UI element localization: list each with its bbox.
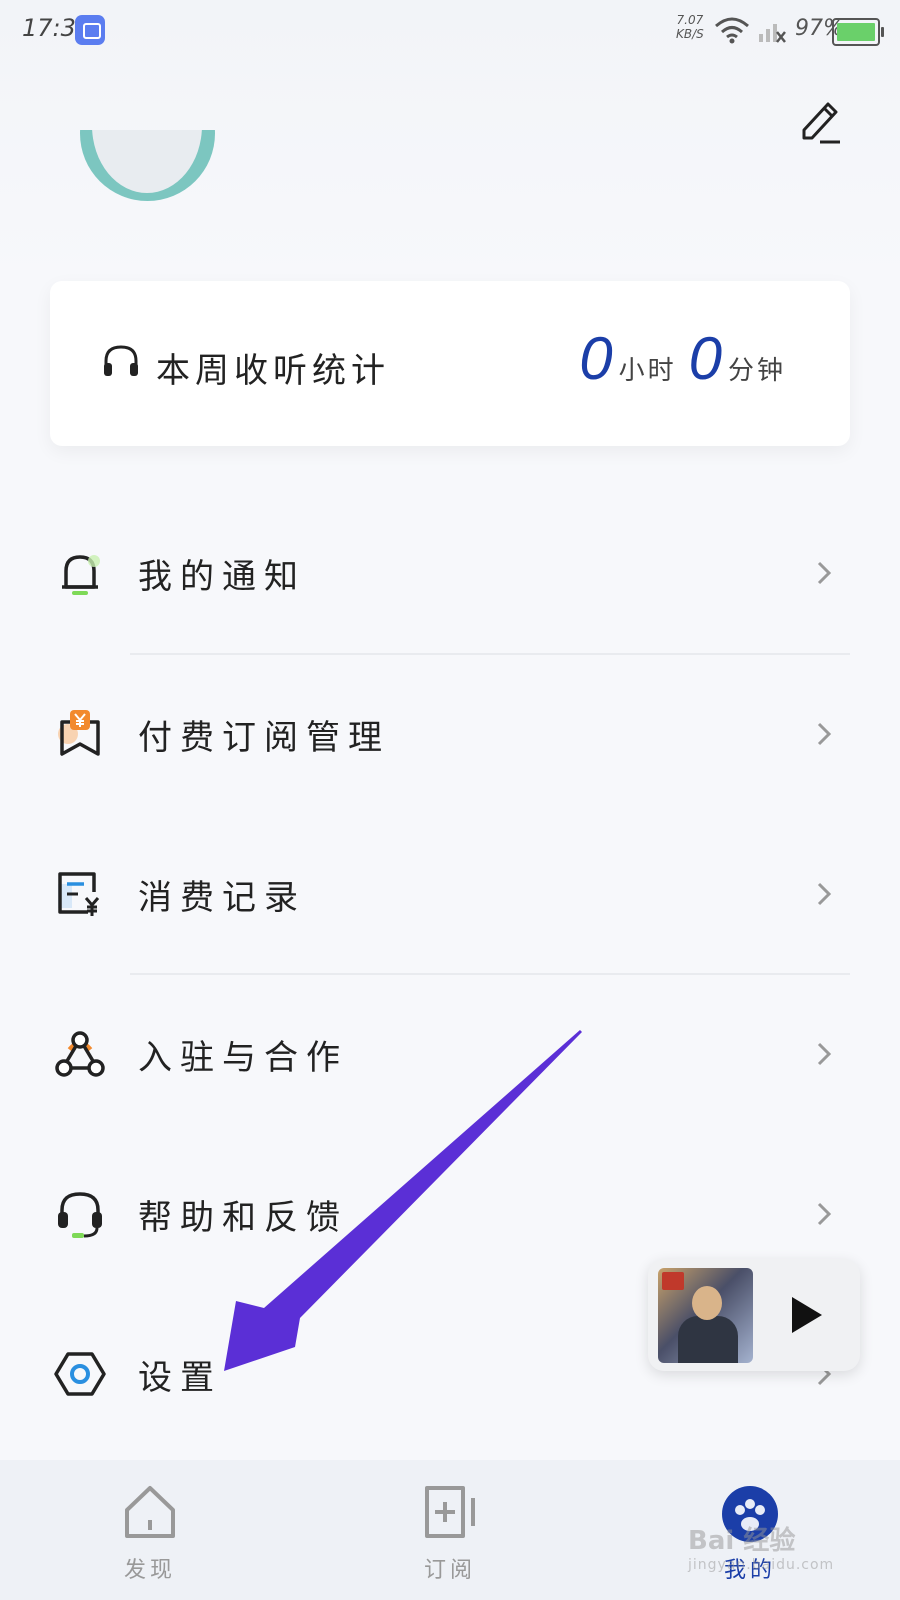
network-speed: 7.07 KB/S [676,13,704,41]
menu-label-notifications: 我的通知 [138,557,306,597]
watermark-brand: Bai 经验 [688,1526,796,1556]
menu-item-notifications[interactable]: 我的通知 [0,519,900,629]
speed-unit: KB/S [676,27,704,41]
menu-label-purchase-history: 消费记录 [138,878,306,918]
menu-item-purchase-history[interactable]: 消费记录 [0,840,900,950]
wifi-icon [715,17,749,44]
chevron-right-icon [817,882,832,906]
paid-bookmark-icon [58,710,100,756]
stats-minutes-unit: 分钟 [727,356,786,386]
chevron-right-icon [817,1202,832,1226]
stats-minutes: 0 [688,325,722,392]
subscribe-icon [425,1486,475,1538]
mini-player[interactable] [648,1259,860,1371]
play-icon[interactable] [788,1295,824,1335]
speed-value: 7.07 [676,13,704,27]
tab-discover[interactable]: 发现 [70,1460,230,1600]
stats-title: 本周收听统计 [156,351,390,391]
signal-icon [759,24,786,43]
edit-profile-icon[interactable] [798,96,846,144]
menu-divider [130,653,850,655]
menu-label-help-feedback: 帮助和反馈 [138,1198,348,1238]
chevron-right-icon [817,1042,832,1066]
app-notification-icon [75,15,105,45]
receipt-icon [58,872,100,916]
tab-subscribe[interactable]: 订阅 [370,1460,530,1600]
cooperation-icon [55,1031,105,1077]
chevron-right-icon [817,561,832,585]
watermark: Bai 经验 jingyan.baidu.com [688,1520,834,1573]
album-cover [658,1268,753,1363]
bell-icon [62,555,100,595]
status-bar: 17:38 7.07 KB/S 97% [0,0,900,62]
settings-hex-icon [54,1352,106,1396]
chevron-right-icon [817,722,832,746]
menu-item-paid-subscriptions[interactable]: 付费订阅管理 [0,680,900,790]
battery-icon [832,18,884,46]
menu-label-paid-subscriptions: 付费订阅管理 [138,718,390,758]
tab-label-discover: 发现 [123,1558,176,1583]
stats-hours: 0 [579,325,613,392]
listening-stats-card[interactable]: 本周收听统计 0 小时 0 分钟 [50,281,850,446]
headset-icon [58,1192,102,1238]
stats-hours-unit: 小时 [618,356,677,386]
headphones-icon [104,345,138,376]
home-icon [125,1486,175,1538]
menu-label-cooperation: 入驻与合作 [138,1038,348,1078]
menu-divider [130,973,850,975]
menu-item-cooperation[interactable]: 入驻与合作 [0,1000,900,1110]
menu-item-help-feedback[interactable]: 帮助和反馈 [0,1160,900,1270]
watermark-url: jingyan.baidu.com [688,1557,835,1573]
stats-value: 0 小时 0 分钟 [579,329,798,389]
tab-label-subscribe: 订阅 [423,1558,476,1583]
menu-label-settings: 设置 [138,1358,222,1398]
avatar[interactable] [80,130,215,202]
